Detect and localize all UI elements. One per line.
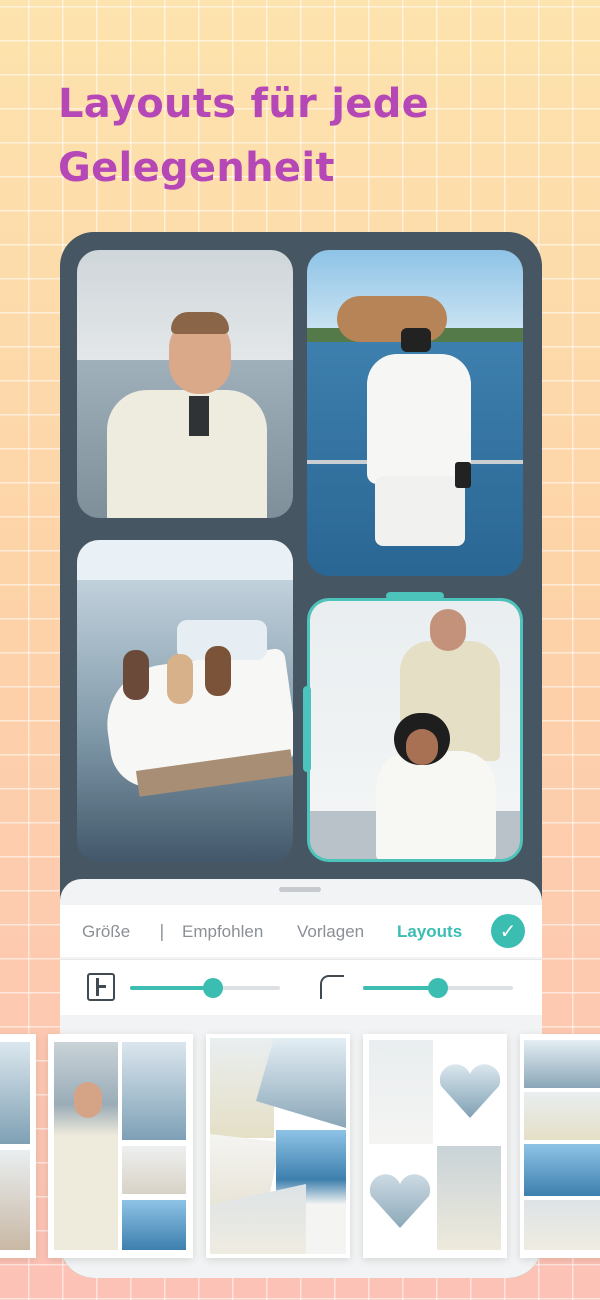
corner-radius-slider[interactable] (363, 978, 513, 998)
layout-strip (0, 1034, 600, 1258)
editor-tabs: Größe | Empfohlen Vorlagen Layouts ✓ (60, 905, 542, 957)
checkmark-icon[interactable]: ✓ (491, 914, 525, 948)
resize-handle-top[interactable] (386, 592, 444, 600)
collage-photo-2[interactable] (307, 250, 523, 576)
collage-photo-1[interactable] (77, 250, 293, 518)
tab-layouts[interactable]: Layouts (397, 922, 462, 942)
corner-radius-slider-knob[interactable] (428, 978, 448, 998)
layout-option-1[interactable] (0, 1034, 36, 1258)
layout-option-2[interactable] (48, 1034, 193, 1258)
sheet-grabber[interactable] (279, 887, 321, 892)
headline: Layouts für jede Gelegenheit (58, 72, 578, 200)
collage-photo-4-selected[interactable] (307, 598, 523, 862)
headline-line-1: Layouts für jede (58, 81, 430, 127)
adjustment-sliders (60, 959, 542, 1015)
layout-option-3[interactable] (206, 1034, 350, 1258)
resize-handle-left[interactable] (303, 686, 311, 772)
collage-photo-3[interactable] (77, 540, 293, 862)
tab-templates[interactable]: Vorlagen (297, 922, 364, 942)
spacing-slider[interactable] (130, 978, 280, 998)
spacing-icon (87, 973, 115, 1001)
tab-size[interactable]: Größe (82, 922, 130, 942)
spacing-slider-knob[interactable] (202, 978, 223, 998)
layout-option-4[interactable] (363, 1034, 507, 1258)
tab-recommended[interactable]: Empfohlen (182, 922, 263, 942)
layout-option-5[interactable] (520, 1034, 600, 1258)
headline-line-2: Gelegenheit (58, 145, 335, 191)
corner-radius-icon (318, 973, 346, 1001)
tab-separator: | (159, 922, 165, 942)
